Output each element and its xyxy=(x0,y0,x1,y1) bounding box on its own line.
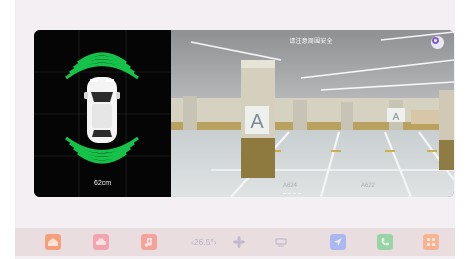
parking-radar-view: 62cm xyxy=(34,30,171,197)
car-top-view-icon xyxy=(84,77,120,143)
svg-text:A: A xyxy=(393,112,400,123)
dock-phone-button[interactable] xyxy=(377,234,393,250)
dock-navigation-button[interactable] xyxy=(330,234,346,250)
navigation-icon xyxy=(334,238,342,246)
svg-text:A622: A622 xyxy=(361,183,376,189)
page-dot xyxy=(288,192,291,194)
page-dot xyxy=(298,192,301,194)
rear-camera-feed: A A A624 A622 请注意周围安全 xyxy=(171,30,454,197)
music-icon xyxy=(144,238,152,247)
front-sensor-arcs xyxy=(65,52,139,80)
dock-apps-button[interactable] xyxy=(423,234,439,250)
phone-icon xyxy=(381,238,389,246)
page-dot xyxy=(283,192,286,194)
fan-icon[interactable] xyxy=(232,235,246,249)
obstacle-distance: 62cm xyxy=(93,180,112,187)
camera-switch-button[interactable] xyxy=(431,36,444,49)
dock-music-button[interactable] xyxy=(141,234,157,250)
svg-text:A: A xyxy=(250,111,264,133)
car-icon xyxy=(96,238,106,245)
svg-text:A624: A624 xyxy=(283,183,298,189)
air-conditioner-icon[interactable] xyxy=(274,235,288,249)
safety-hint: 请注意周围安全 xyxy=(289,39,333,45)
bottom-dock: ‹26.5°› xyxy=(15,228,455,256)
apps-grid-icon xyxy=(427,238,435,246)
home-icon xyxy=(48,238,58,246)
parking-camera-panel: 62cm A A A624 A622 请注意周围安全 xyxy=(34,30,454,197)
camera-icon xyxy=(432,37,439,44)
temperature-control[interactable]: ‹26.5°› xyxy=(191,237,217,247)
dock-car-button[interactable] xyxy=(93,234,109,250)
page-dot xyxy=(293,192,296,194)
page-indicator xyxy=(283,192,301,194)
dock-home-button[interactable] xyxy=(45,234,61,250)
